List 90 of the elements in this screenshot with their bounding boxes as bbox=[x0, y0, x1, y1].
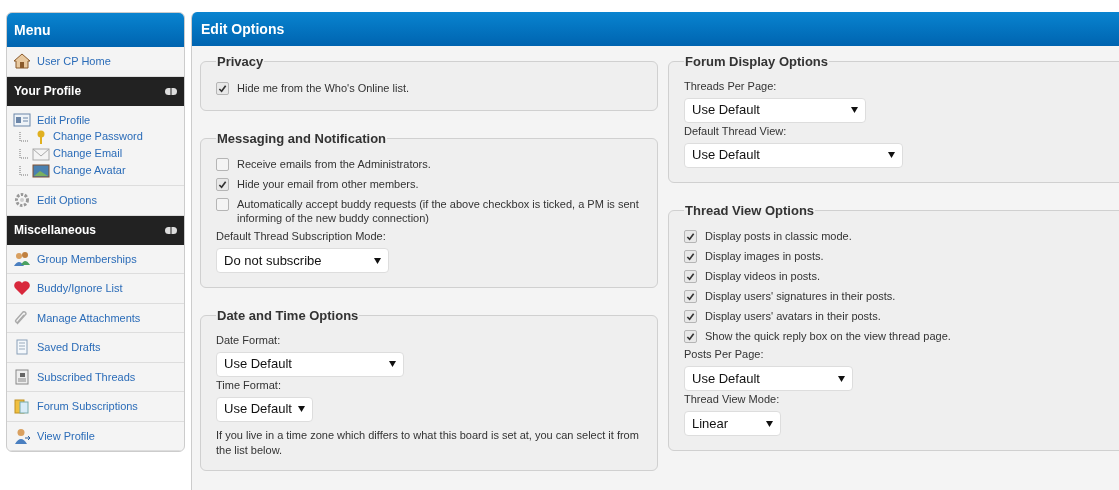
sidebar-link[interactable]: Edit Profile bbox=[37, 111, 91, 128]
checkmark-icon bbox=[686, 232, 695, 241]
fieldset-legend: Forum Display Options bbox=[684, 52, 829, 72]
checkbox-label: Display users' signatures in their posts. bbox=[705, 289, 896, 303]
select-dropdown[interactable]: Linear bbox=[684, 411, 781, 436]
checkmark-icon bbox=[686, 292, 695, 301]
checkbox-label: Automatically accept buddy requests (if the above checkbox is ticked, a PM is sent informing of the new buddy connection) bbox=[237, 197, 640, 225]
checkmark-icon bbox=[218, 83, 227, 93]
document-icon bbox=[13, 339, 31, 356]
gear-icon bbox=[13, 192, 31, 209]
checkmark-icon bbox=[686, 332, 695, 341]
sidebar-link[interactable]: Change Password bbox=[53, 128, 143, 145]
collapse-toggle-icon[interactable] bbox=[165, 226, 177, 234]
sidebar-link[interactable]: Edit Options bbox=[37, 192, 97, 209]
tree-line-icon bbox=[19, 165, 29, 176]
checkmark-icon bbox=[686, 272, 695, 281]
sidebar-link[interactable]: Change Avatar bbox=[53, 162, 126, 179]
checkmark-icon bbox=[686, 252, 695, 261]
panel-title: Edit Options bbox=[192, 12, 1119, 46]
sidebar-link[interactable]: Forum Subscriptions bbox=[37, 398, 138, 415]
checkbox-label: Display users' avatars in their posts. bbox=[705, 309, 881, 323]
checkbox-label: Display images in posts. bbox=[705, 249, 824, 263]
section-header[interactable]: Miscellaneous bbox=[7, 215, 184, 245]
checkbox[interactable] bbox=[216, 198, 229, 211]
fieldset-legend: Messaging and Notification bbox=[216, 128, 387, 148]
field-label: Default Thread View: bbox=[684, 124, 788, 138]
checkbox-label: Show the quick reply box on the view thread page. bbox=[705, 329, 951, 343]
checkbox[interactable] bbox=[216, 158, 229, 171]
id-card-icon bbox=[13, 111, 31, 128]
sidebar-title: Menu bbox=[7, 13, 184, 47]
picture-icon bbox=[32, 163, 50, 178]
user-icon bbox=[13, 427, 31, 444]
field-label: Posts Per Page: bbox=[684, 348, 765, 361]
select-dropdown[interactable]: Use Default bbox=[216, 396, 313, 422]
sidebar-link[interactable]: Change Email bbox=[53, 145, 123, 162]
field-label: Threads Per Page: bbox=[684, 79, 778, 93]
select-dropdown[interactable]: Use Default bbox=[216, 351, 404, 377]
field-label: Date Format: bbox=[216, 333, 282, 347]
checkbox-label: Display videos in posts. bbox=[705, 269, 820, 283]
select-dropdown[interactable]: Use Default bbox=[684, 142, 903, 168]
checkbox[interactable] bbox=[684, 310, 697, 323]
checkbox[interactable] bbox=[216, 81, 229, 95]
caret-icon bbox=[888, 152, 895, 158]
checkbox-label: Hide your email from other members. bbox=[237, 177, 419, 191]
checkbox[interactable] bbox=[216, 178, 229, 191]
fieldset-legend: Thread View Options bbox=[684, 200, 816, 220]
newspaper-icon bbox=[13, 368, 31, 385]
checkbox-label: Display posts in classic mode. bbox=[705, 229, 852, 243]
checkbox-label: Receive emails from the Administrators. bbox=[237, 157, 431, 171]
select-dropdown[interactable]: Do not subscribe bbox=[216, 248, 389, 273]
checkmark-icon bbox=[686, 312, 695, 321]
field-label: Default Thread Subscription Mode: bbox=[216, 230, 387, 243]
people-icon bbox=[13, 250, 31, 267]
section-header[interactable]: Your Profile bbox=[7, 76, 184, 106]
sidebar-link[interactable]: Buddy/Ignore List bbox=[37, 280, 123, 297]
field-label: Thread View Mode: bbox=[684, 393, 781, 406]
caret-icon bbox=[298, 406, 305, 412]
checkbox[interactable] bbox=[684, 230, 697, 243]
field-label: Time Format: bbox=[216, 378, 282, 392]
caret-icon bbox=[766, 420, 773, 427]
help-text: If you live in a time zone which differs to what this board is set at, you can select it from the list below. bbox=[216, 427, 640, 458]
checkbox[interactable] bbox=[684, 270, 697, 283]
checkbox[interactable] bbox=[684, 290, 697, 303]
sidebar-link[interactable]: Group Memberships bbox=[37, 250, 137, 267]
tree-line-icon bbox=[19, 148, 29, 159]
checkmark-icon bbox=[218, 180, 227, 189]
house-icon bbox=[13, 53, 31, 70]
sidebar-link[interactable]: Manage Attachments bbox=[37, 309, 141, 326]
envelope-icon bbox=[32, 146, 50, 161]
collapse-toggle-icon[interactable] bbox=[165, 87, 177, 95]
caret-icon bbox=[838, 375, 845, 382]
select-dropdown[interactable]: Use Default bbox=[684, 97, 866, 123]
folder-icon bbox=[13, 398, 31, 415]
fieldset-legend: Privacy bbox=[216, 52, 265, 72]
sidebar-link[interactable]: Subscribed Threads bbox=[37, 368, 136, 385]
sidebar-link[interactable]: Saved Drafts bbox=[37, 339, 101, 356]
caret-icon bbox=[389, 361, 396, 367]
checkbox-label: Hide me from the Who's Online list. bbox=[237, 80, 410, 95]
caret-icon bbox=[851, 107, 858, 113]
fieldset-legend: Date and Time Options bbox=[216, 306, 360, 326]
sidebar-link[interactable]: View Profile bbox=[37, 427, 95, 444]
checkbox[interactable] bbox=[684, 250, 697, 263]
tree-line-icon bbox=[19, 131, 29, 142]
caret-icon bbox=[374, 257, 381, 264]
section-title: Your Profile bbox=[14, 83, 82, 100]
select-dropdown[interactable]: Use Default bbox=[684, 366, 853, 391]
sidebar-link[interactable]: User CP Home bbox=[37, 53, 111, 70]
checkbox[interactable] bbox=[684, 330, 697, 343]
heart-icon bbox=[13, 280, 31, 297]
section-title: Miscellaneous bbox=[14, 222, 97, 239]
